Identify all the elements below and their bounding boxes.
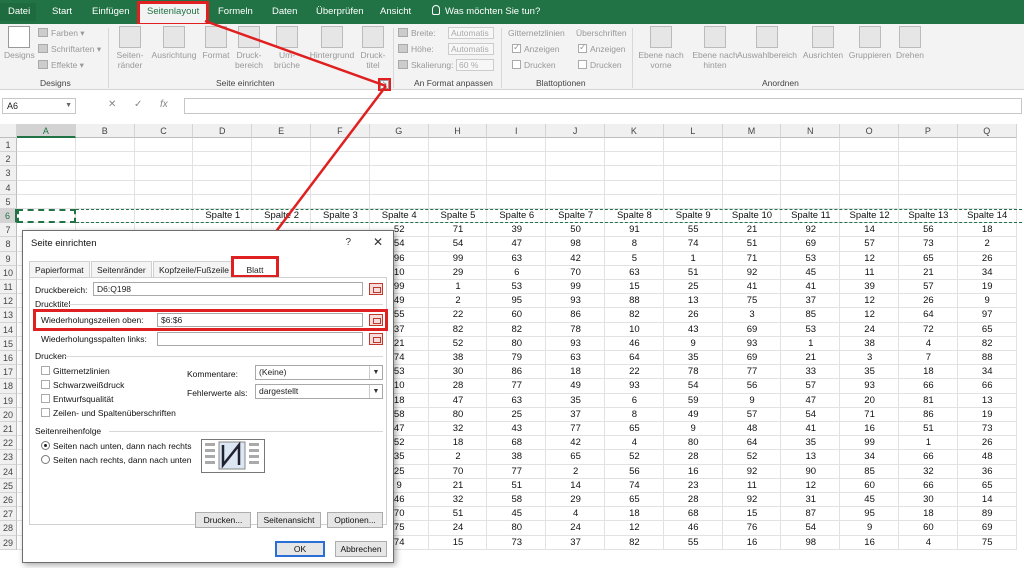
- tab-header-footer[interactable]: Kopfzeile/Fußzeile: [153, 261, 235, 277]
- print-titles-label: Drucktitel: [35, 299, 71, 309]
- repeat-columns-input[interactable]: [157, 332, 363, 346]
- help-button[interactable]: ?: [345, 237, 351, 248]
- error-values-label: Fehlerwerte als:: [187, 388, 248, 398]
- chevron-down-icon: ▼: [369, 366, 382, 379]
- page-setup-dialog: Seite einrichten ? ✕ Papierformat Seiten…: [22, 230, 394, 563]
- error-values-select[interactable]: dargestellt ▼: [255, 384, 383, 399]
- repeat-rows-label: Wiederholungszeilen oben:: [41, 315, 144, 325]
- print-area-label: Druckbereich:: [35, 285, 88, 295]
- print-section-label: Drucken: [35, 351, 67, 361]
- draft-quality-checkbox[interactable]: Entwurfsqualität: [41, 394, 113, 404]
- black-white-checkbox[interactable]: Schwarzweißdruck: [41, 380, 124, 390]
- repeat-rows-input[interactable]: $6:$6: [157, 313, 363, 327]
- divider: [65, 356, 383, 357]
- cancel-button[interactable]: Abbrechen: [335, 541, 387, 557]
- tab-paper-size[interactable]: Papierformat: [29, 261, 90, 277]
- print-button[interactable]: Drucken...: [195, 512, 251, 528]
- chevron-down-icon: ▼: [369, 385, 382, 398]
- collapse-dialog-icon[interactable]: [369, 333, 383, 345]
- print-area-input[interactable]: D6:Q198: [93, 282, 363, 296]
- gridlines-checkbox[interactable]: Gitternetzlinien: [41, 366, 110, 376]
- comments-label: Kommentare:: [187, 369, 239, 379]
- down-then-over-radio[interactable]: Seiten nach unten, dann nach rechts: [41, 441, 191, 451]
- tab-sheet[interactable]: Blatt: [231, 256, 279, 278]
- page-order-preview-icon: [201, 439, 265, 473]
- divider: [109, 431, 383, 432]
- collapse-dialog-icon[interactable]: [369, 283, 383, 295]
- divider: [67, 304, 383, 305]
- options-button[interactable]: Optionen...: [327, 512, 383, 528]
- page-order-label: Seitenreihenfolge: [35, 426, 102, 436]
- dialog-title: Seite einrichten: [31, 238, 97, 249]
- comments-select[interactable]: (Keine) ▼: [255, 365, 383, 380]
- close-icon[interactable]: ✕: [373, 235, 383, 249]
- print-preview-button[interactable]: Seitenansicht: [257, 512, 321, 528]
- collapse-dialog-icon[interactable]: [369, 314, 383, 326]
- repeat-columns-label: Wiederholungsspalten links:: [41, 334, 147, 344]
- tab-margins[interactable]: Seitenränder: [91, 261, 152, 277]
- ok-button[interactable]: OK: [275, 541, 325, 557]
- over-then-down-radio[interactable]: Seiten nach rechts, dann nach unten: [41, 455, 191, 465]
- row-col-headings-checkbox[interactable]: Zeilen- und Spaltenüberschriften: [41, 408, 176, 418]
